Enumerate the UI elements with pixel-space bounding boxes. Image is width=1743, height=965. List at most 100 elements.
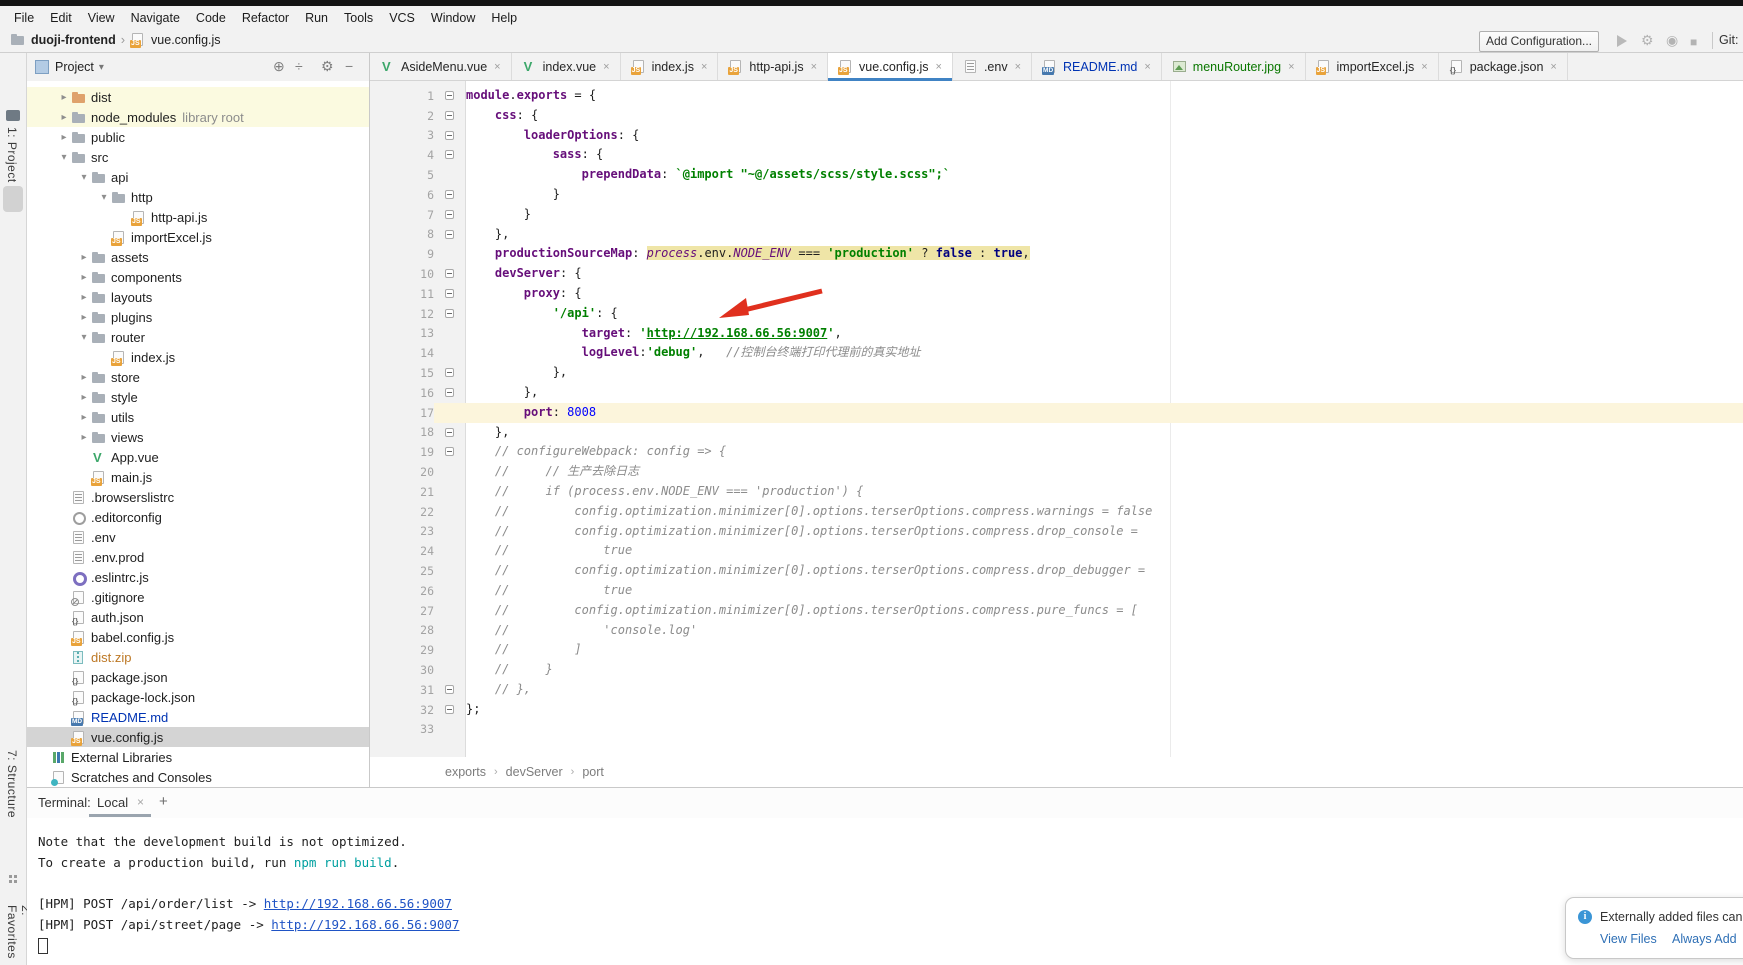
tree-item-babel.config.js[interactable]: babel.config.js	[27, 627, 369, 647]
menu-item-edit[interactable]: Edit	[42, 11, 80, 25]
always-add-link[interactable]: Always Add	[1672, 932, 1737, 946]
new-terminal-icon[interactable]: +	[159, 793, 168, 810]
tree-item-views[interactable]: ▸views	[27, 427, 369, 447]
close-icon[interactable]: ×	[1144, 61, 1150, 73]
breadcrumb-project[interactable]: duoji-frontend	[31, 33, 116, 47]
menu-item-window[interactable]: Window	[423, 11, 483, 25]
chevron-right-icon[interactable]: ▸	[77, 432, 91, 443]
fold-end-icon[interactable]	[445, 190, 454, 199]
tab-.env[interactable]: .env×	[953, 53, 1032, 80]
chevron-right-icon[interactable]: ▸	[77, 412, 91, 423]
tree-item-http[interactable]: ▾http	[27, 187, 369, 207]
stripe-structure-button[interactable]: 7: Structure	[5, 750, 19, 818]
close-icon[interactable]: ×	[137, 795, 144, 809]
close-icon[interactable]: ×	[1015, 61, 1021, 73]
tree-item-layouts[interactable]: ▸layouts	[27, 287, 369, 307]
tree-item-main.js[interactable]: main.js	[27, 467, 369, 487]
fold-collapse-icon[interactable]	[445, 269, 454, 278]
chevron-right-icon[interactable]: ▸	[77, 392, 91, 403]
close-icon[interactable]: ×	[1288, 61, 1294, 73]
menu-item-tools[interactable]: Tools	[336, 11, 381, 25]
tree-item-index.js[interactable]: index.js	[27, 347, 369, 367]
menu-item-view[interactable]: View	[80, 11, 123, 25]
tree-item-dist[interactable]: ▸dist	[27, 87, 369, 107]
tab-menurouter.jpg[interactable]: menuRouter.jpg×	[1162, 53, 1306, 80]
tree-item-store[interactable]: ▸store	[27, 367, 369, 387]
tree-item-.editorconfig[interactable]: .editorconfig	[27, 507, 369, 527]
tree-item-public[interactable]: ▸public	[27, 127, 369, 147]
fold-end-icon[interactable]	[445, 685, 454, 694]
tree-item-http-api.js[interactable]: http-api.js	[27, 207, 369, 227]
stripe-pressed-button[interactable]	[3, 186, 23, 212]
fold-collapse-icon[interactable]	[445, 309, 454, 318]
terminal-output[interactable]: Note that the development build is not o…	[38, 832, 459, 956]
editor-breadcrumb-exports[interactable]: exports	[445, 765, 486, 779]
chevron-right-icon[interactable]: ▸	[77, 372, 91, 383]
run-icon[interactable]	[1617, 35, 1627, 47]
tree-item-importexcel.js[interactable]: importExcel.js	[27, 227, 369, 247]
tree-item-.eslintrc.js[interactable]: .eslintrc.js	[27, 567, 369, 587]
chevron-down-icon[interactable]: ▾	[77, 172, 91, 183]
tree-item-auth.json[interactable]: auth.json	[27, 607, 369, 627]
chevron-right-icon[interactable]: ▸	[57, 132, 71, 143]
tab-package.json[interactable]: package.json×	[1439, 53, 1568, 80]
tree-item-scratches-and-consoles[interactable]: Scratches and Consoles	[27, 767, 369, 787]
fold-collapse-icon[interactable]	[445, 91, 454, 100]
stripe-grid-icon[interactable]	[9, 875, 12, 878]
tab-vue.config.js[interactable]: vue.config.js×	[828, 53, 953, 80]
build-icon[interactable]: ⚙	[1641, 32, 1654, 49]
fold-collapse-icon[interactable]	[445, 150, 454, 159]
menu-item-file[interactable]: File	[6, 11, 42, 25]
close-icon[interactable]: ×	[701, 61, 707, 73]
close-icon[interactable]: ×	[936, 61, 942, 73]
menu-item-run[interactable]: Run	[297, 11, 336, 25]
code-editor[interactable]: 1module.exports = {2 css: {3 loaderOptio…	[370, 86, 1743, 739]
fold-end-icon[interactable]	[445, 230, 454, 239]
chevron-down-icon[interactable]: ▾	[97, 192, 111, 203]
chevron-right-icon[interactable]: ▸	[77, 252, 91, 263]
tab-asidemenu.vue[interactable]: AsideMenu.vue×	[370, 53, 512, 80]
project-panel-title[interactable]: Project	[55, 60, 94, 74]
chevron-right-icon[interactable]: ▸	[57, 112, 71, 123]
fold-end-icon[interactable]	[445, 210, 454, 219]
tree-item-package-lock.json[interactable]: package-lock.json	[27, 687, 369, 707]
menu-item-code[interactable]: Code	[188, 11, 234, 25]
chevron-down-icon[interactable]: ▾	[77, 332, 91, 343]
debug-icon[interactable]: ◉	[1666, 32, 1678, 49]
tree-item-src[interactable]: ▾src	[27, 147, 369, 167]
fold-collapse-icon[interactable]	[445, 111, 454, 120]
tree-item-.gitignore[interactable]: .gitignore	[27, 587, 369, 607]
fold-collapse-icon[interactable]	[445, 131, 454, 140]
tree-item-app.vue[interactable]: App.vue	[27, 447, 369, 467]
tree-item-api[interactable]: ▾api	[27, 167, 369, 187]
tree-item-router[interactable]: ▾router	[27, 327, 369, 347]
tree-item-assets[interactable]: ▸assets	[27, 247, 369, 267]
fold-collapse-icon[interactable]	[445, 289, 454, 298]
locate-icon[interactable]: ⊕	[273, 58, 285, 75]
tree-item-style[interactable]: ▸style	[27, 387, 369, 407]
menu-item-help[interactable]: Help	[483, 11, 525, 25]
gear-icon[interactable]: ⚙	[321, 58, 334, 75]
menu-item-refactor[interactable]: Refactor	[234, 11, 297, 25]
tree-item-.env.prod[interactable]: .env.prod	[27, 547, 369, 567]
editor-breadcrumb-port[interactable]: port	[582, 765, 604, 779]
tree-item-package.json[interactable]: package.json	[27, 667, 369, 687]
tree-item-vue.config.js[interactable]: vue.config.js	[27, 727, 369, 747]
close-icon[interactable]: ×	[1421, 61, 1427, 73]
tree-item-utils[interactable]: ▸utils	[27, 407, 369, 427]
tree-item-dist.zip[interactable]: dist.zip	[27, 647, 369, 667]
fold-end-icon[interactable]	[445, 705, 454, 714]
chevron-right-icon[interactable]: ▸	[77, 312, 91, 323]
tab-readme.md[interactable]: README.md×	[1032, 53, 1162, 80]
collapse-all-icon[interactable]: ÷	[295, 58, 303, 74]
terminal-tab-local[interactable]: Local	[97, 795, 128, 810]
menu-item-navigate[interactable]: Navigate	[123, 11, 188, 25]
tab-index.vue[interactable]: index.vue×	[512, 53, 621, 80]
close-icon[interactable]: ×	[603, 61, 609, 73]
chevron-down-icon[interactable]: ▾	[99, 62, 104, 73]
chevron-down-icon[interactable]: ▾	[57, 152, 71, 163]
breadcrumb-file[interactable]: vue.config.js	[151, 33, 220, 47]
stripe-project-button[interactable]: 1: Project	[5, 127, 19, 183]
tab-index.js[interactable]: index.js×	[621, 53, 719, 80]
tree-item-plugins[interactable]: ▸plugins	[27, 307, 369, 327]
